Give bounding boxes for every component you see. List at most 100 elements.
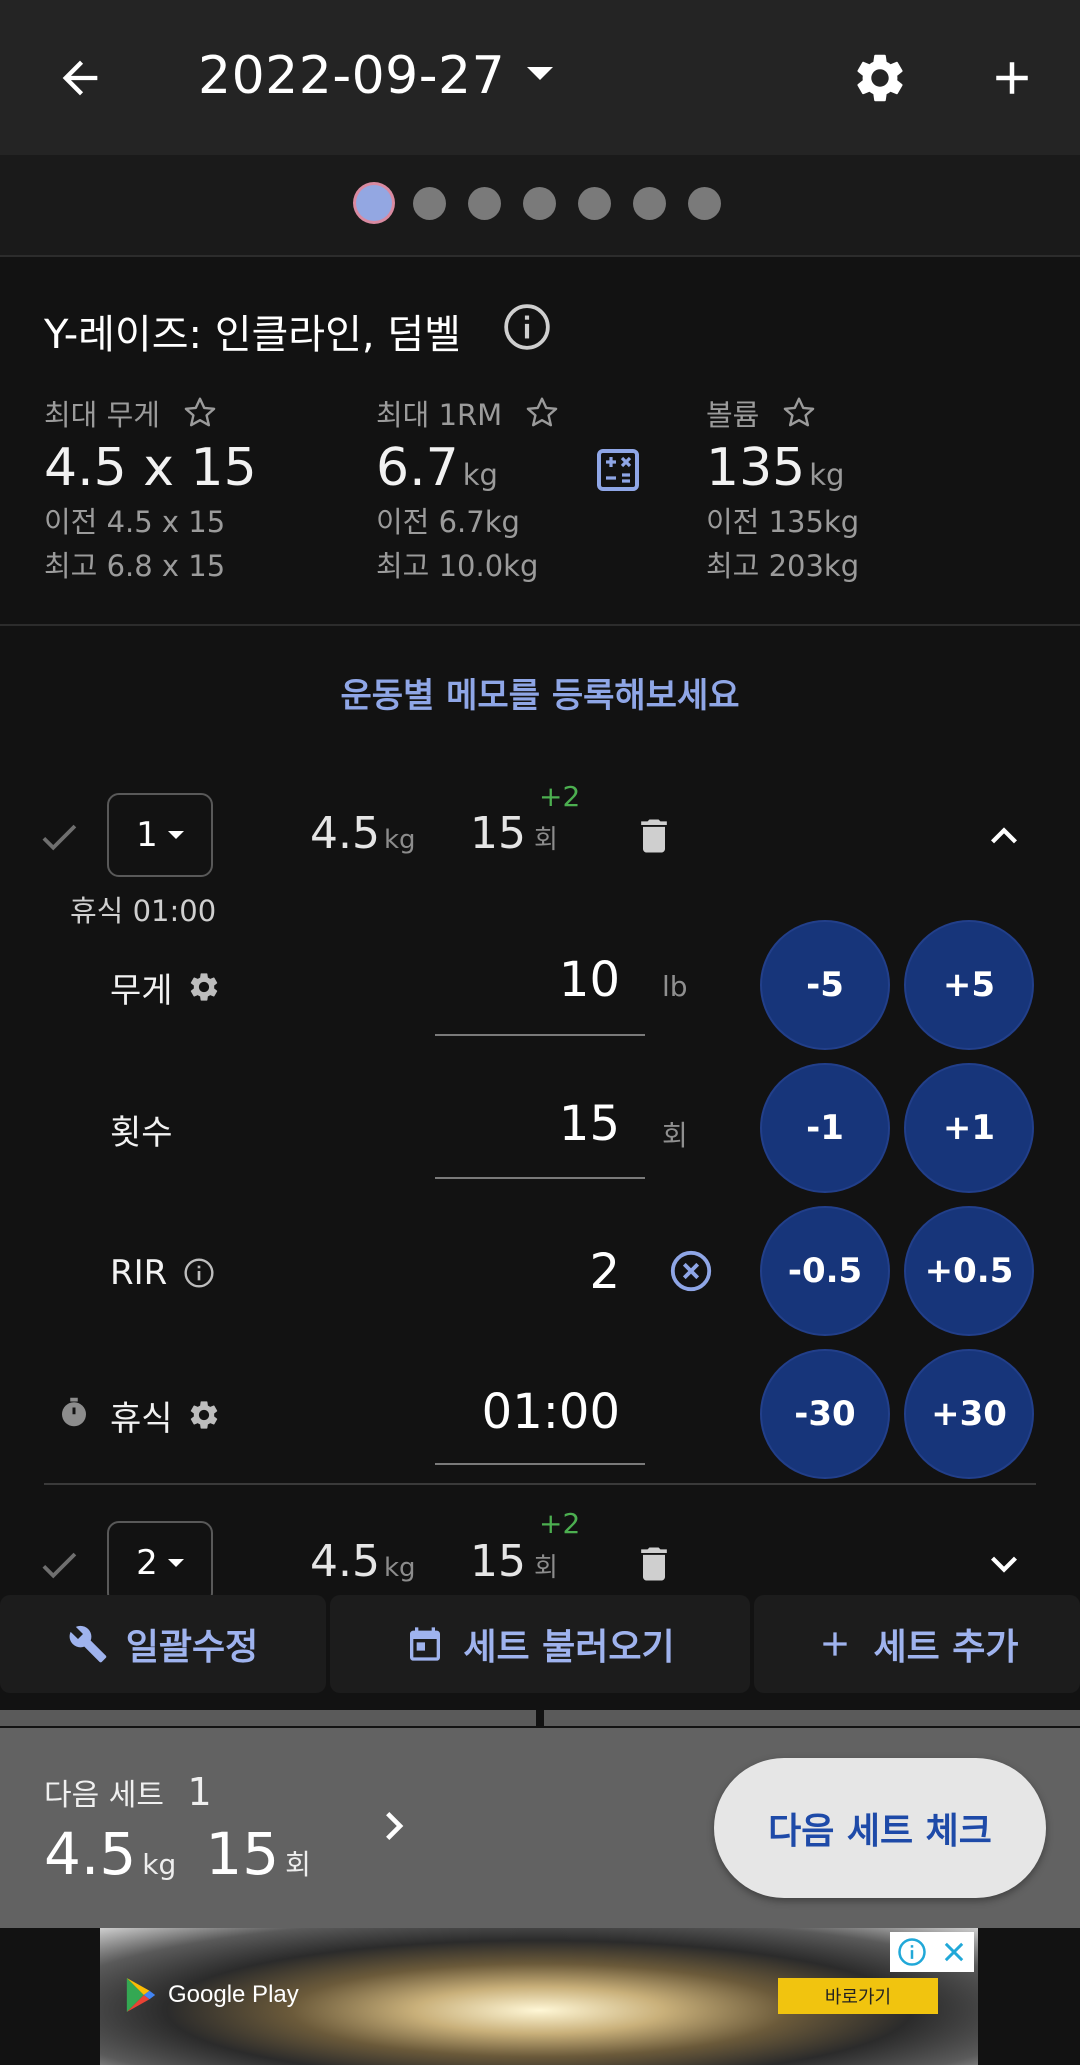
clear-rir-button[interactable] [668, 1248, 714, 1298]
rir-decrement-button[interactable]: -0.5 [760, 1206, 890, 1336]
set-number-dropdown[interactable]: 1 [107, 793, 213, 877]
stat-value: 4.5 x 15 [44, 438, 257, 498]
set-reps-value: 15 [470, 808, 526, 859]
next-set-number: 1 [187, 1770, 212, 1814]
rir-badge: +2 [539, 1507, 581, 1540]
weight-input[interactable]: 10 [420, 952, 620, 1008]
rest-increment-button[interactable]: +30 [904, 1349, 1034, 1479]
delete-set-button[interactable] [632, 1540, 676, 1592]
gear-icon[interactable] [187, 1398, 221, 1432]
ad-banner[interactable]: Google Play 바로가기 [100, 1928, 978, 2065]
date-title: 2022-09-27 [198, 46, 506, 106]
exercise-info-button[interactable] [502, 302, 552, 356]
stat-label: 볼륨 [706, 398, 760, 432]
set-number: 2 [136, 1543, 158, 1583]
chevron-down-icon [527, 66, 554, 80]
ad-cta-button[interactable]: 바로가기 [778, 1978, 938, 2014]
stat-max-1rm: 최대 1RM 6.7 kg 이전 6.7kg 최고 10.0kg [376, 392, 560, 588]
stat-unit: kg [462, 458, 498, 492]
star-outline-icon[interactable] [524, 395, 560, 431]
rir-input[interactable]: 2 [420, 1244, 620, 1300]
add-button[interactable] [972, 38, 1052, 118]
stat-best: 최고 6.8 x 15 [44, 549, 226, 583]
plus-icon [996, 62, 1028, 94]
pager-dot[interactable] [688, 187, 721, 220]
pager-dot[interactable] [468, 187, 501, 220]
weight-decrement-button[interactable]: -5 [760, 920, 890, 1050]
rir-label-row: RIR [110, 1248, 215, 1298]
next-set-weight: 4.5 [44, 1820, 137, 1888]
reps-input[interactable]: 15 [420, 1096, 620, 1152]
chevron-right-icon [386, 1812, 404, 1840]
collapse-set-button[interactable] [978, 810, 1030, 866]
reps-label: 횟수 [110, 1112, 173, 1153]
memo-prompt-link[interactable]: 운동별 메모를 등록해보세요 [0, 668, 1080, 717]
pager-dot[interactable] [523, 187, 556, 220]
pager-dot[interactable] [633, 187, 666, 220]
next-set-reps: 15 [205, 1820, 280, 1888]
settings-button[interactable] [840, 38, 920, 118]
exercise-pager [0, 155, 1080, 257]
next-set-summary: 4.5 kg 15 회 [44, 1820, 311, 1888]
rir-badge: +2 [539, 780, 581, 813]
weight-increment-button[interactable]: +5 [904, 920, 1034, 1050]
set-complete-check[interactable] [36, 1542, 82, 1592]
bulk-edit-label: 일괄수정 [125, 1627, 259, 1668]
load-sets-button[interactable]: 세트 불러오기 [330, 1595, 750, 1693]
arrow-left-icon [62, 60, 98, 96]
clear-circle-icon [670, 1250, 712, 1292]
set-number: 1 [136, 815, 158, 855]
set-reps: 15 회 [470, 1536, 558, 1587]
rest-label-row: 휴식 [110, 1390, 221, 1440]
1rm-calculator-button[interactable] [594, 446, 642, 498]
set-weight-value: 4.5 [310, 1536, 380, 1587]
weight-input-underline [435, 1034, 645, 1036]
pager-dot[interactable] [578, 187, 611, 220]
bulk-edit-button[interactable]: 일괄수정 [0, 1595, 326, 1693]
rir-label: RIR [110, 1253, 168, 1293]
set-reps-unit: 회 [534, 825, 558, 855]
reps-unit: 회 [662, 1119, 688, 1152]
rest-input-underline [435, 1463, 645, 1465]
stat-value: 135 [706, 438, 806, 498]
check-icon [42, 824, 77, 851]
exercise-title: Y-레이즈: 인클라인, 덤벨 [44, 302, 461, 360]
gear-icon[interactable] [187, 970, 221, 1004]
set-number-dropdown[interactable]: 2 [107, 1521, 213, 1605]
date-selector[interactable]: 2022-09-27 [198, 46, 554, 106]
stat-previous: 이전 4.5 x 15 [44, 505, 226, 539]
reps-label-row: 횟수 [110, 1104, 173, 1154]
load-sets-label: 세트 불러오기 [463, 1627, 675, 1668]
trash-icon [641, 1547, 667, 1581]
star-outline-icon[interactable] [182, 395, 218, 431]
calculator-icon [597, 449, 639, 491]
reps-decrement-button[interactable]: -1 [760, 1063, 890, 1193]
info-icon[interactable] [183, 1257, 215, 1289]
set-weight-unit: kg [383, 1553, 416, 1583]
pager-dot-active[interactable] [356, 185, 392, 221]
expand-set-button[interactable] [978, 1538, 1030, 1594]
delete-set-button[interactable] [632, 812, 676, 864]
rir-increment-button[interactable]: +0.5 [904, 1206, 1034, 1336]
next-set-arrow[interactable] [366, 1798, 422, 1858]
reps-increment-button[interactable]: +1 [904, 1063, 1034, 1193]
add-set-label: 세트 추가 [873, 1627, 1019, 1668]
ad-choices[interactable] [890, 1932, 974, 1972]
calendar-icon [410, 1627, 441, 1661]
rest-decrement-button[interactable]: -30 [760, 1349, 890, 1479]
stat-previous: 이전 135kg [706, 505, 860, 539]
pager-dot[interactable] [413, 187, 446, 220]
weight-label-row: 무게 [110, 962, 221, 1012]
back-button[interactable] [40, 38, 120, 118]
set-complete-check[interactable] [36, 814, 82, 864]
star-outline-icon[interactable] [781, 395, 817, 431]
stat-max-weight: 최대 무게 4.5 x 15 이전 4.5 x 15 최고 6.8 x 15 [44, 392, 257, 588]
chevron-down-icon [991, 1556, 1017, 1573]
rest-input[interactable]: 01:00 [420, 1384, 620, 1440]
section-divider [0, 624, 1080, 626]
add-set-button[interactable]: 세트 추가 [754, 1595, 1080, 1693]
stat-unit: kg [809, 458, 845, 492]
ad-close-icon [944, 1942, 963, 1962]
scroll-indicator-right [544, 1710, 1080, 1726]
check-next-set-button[interactable]: 다음 세트 체크 [714, 1758, 1046, 1898]
